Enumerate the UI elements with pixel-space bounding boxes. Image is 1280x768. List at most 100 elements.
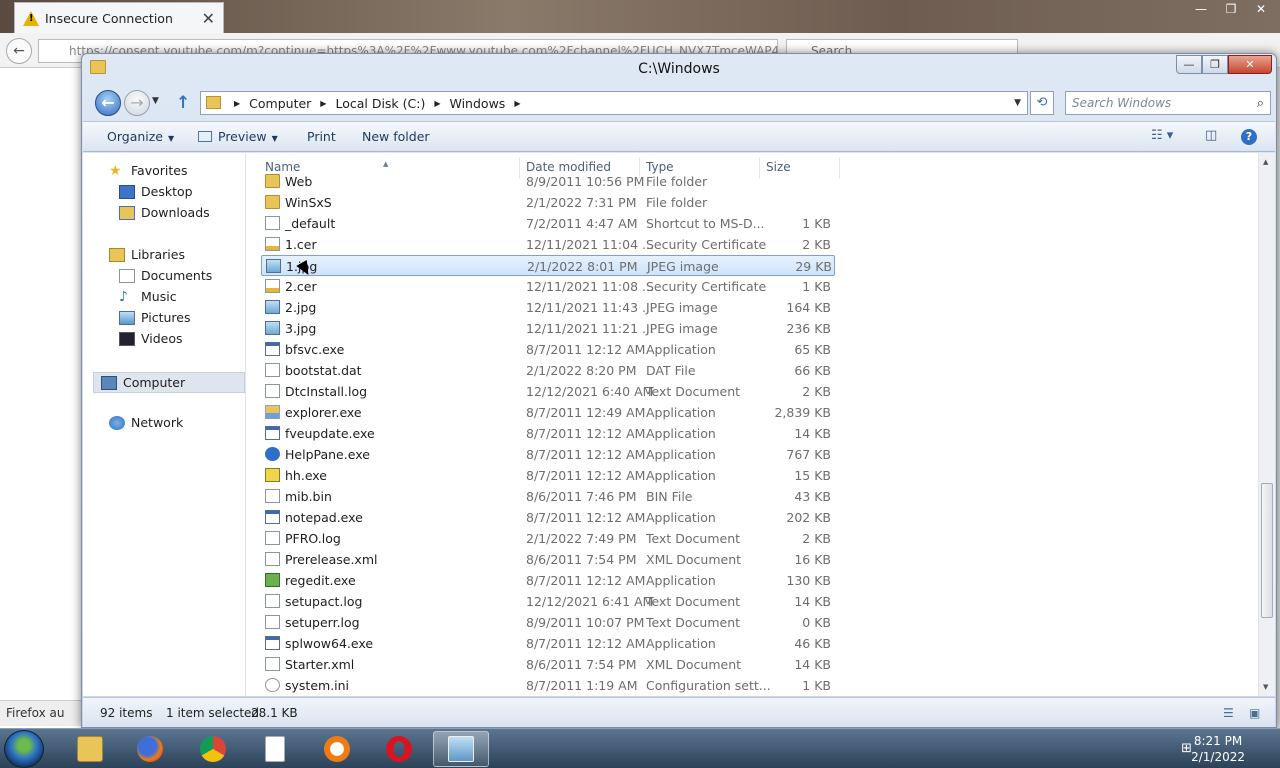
- file-row[interactable]: DtcInstall.log 12/12/2021 6:40 AM Text Doc…: [261, 381, 835, 402]
- column-divider[interactable]: [839, 158, 840, 178]
- firefox-window-controls: — ❐ ✕: [1188, 2, 1274, 20]
- file-row[interactable]: 2.cer 12/11/2021 11:08 ... Security Certif…: [261, 276, 835, 297]
- search-input[interactable]: Search Windows ⌕: [1065, 91, 1271, 115]
- file-row[interactable]: fveupdate.exe 8/7/2011 12:12 AM Applicatio…: [261, 423, 835, 444]
- file-row[interactable]: system.ini 8/7/2011 1:19 AM Configuration …: [261, 675, 835, 696]
- file-size: 236 KB: [786, 321, 831, 336]
- scroll-down-icon[interactable]: ▼: [1263, 683, 1268, 691]
- file-date: 12/12/2021 6:40 AM: [526, 384, 654, 399]
- taskbar-chrome[interactable]: [185, 731, 241, 767]
- taskbar-document[interactable]: [247, 731, 303, 767]
- taskbar-photo-viewer[interactable]: [433, 731, 489, 767]
- file-row[interactable]: 1.cer 12/11/2021 11:04 ... Security Certif…: [261, 234, 835, 255]
- search-icon[interactable]: ⌕: [1257, 93, 1264, 115]
- file-name: Prerelease.xml: [285, 552, 378, 567]
- file-row[interactable]: _default 7/2/2011 4:47 AM Shortcut to MS-D…: [261, 213, 835, 234]
- nav-pictures[interactable]: Pictures: [119, 310, 191, 325]
- file-row[interactable]: notepad.exe 8/7/2011 12:12 AM Application 2…: [261, 507, 835, 528]
- breadcrumb-computer[interactable]: Computer: [249, 96, 311, 111]
- file-row[interactable]: 1.jpg 2/1/2022 8:01 PM JPEG image 29 KB: [261, 255, 835, 276]
- file-row[interactable]: setuperr.log 8/9/2011 10:07 PM Text Docume…: [261, 612, 835, 633]
- nav-favorites[interactable]: ★ Favorites: [109, 163, 187, 178]
- file-row[interactable]: setupact.log 12/12/2021 6:41 AM Text Docum…: [261, 591, 835, 612]
- breadcrumb-windows[interactable]: Windows: [450, 96, 506, 111]
- up-arrow-icon[interactable]: ↑: [176, 93, 190, 113]
- breadcrumb-local-disk[interactable]: Local Disk (C:): [335, 96, 425, 111]
- nav-documents[interactable]: Documents: [119, 268, 212, 283]
- taskbar: ⊞ 8:21 PM 2/1/2022: [0, 728, 1280, 768]
- close-icon[interactable]: ✕: [1248, 2, 1274, 20]
- large-icons-view-icon[interactable]: ▣: [1249, 706, 1260, 720]
- scroll-up-icon[interactable]: ▲: [1263, 158, 1268, 166]
- file-date: 12/11/2021 11:43 ...: [526, 300, 654, 315]
- file-name: 2.cer: [285, 279, 317, 294]
- firefox-tab[interactable]: Insecure Connection ✕: [14, 2, 224, 33]
- file-row[interactable]: HelpPane.exe 8/7/2011 12:12 AM Application…: [261, 444, 835, 465]
- file-date: 12/11/2021 11:21 ...: [526, 321, 654, 336]
- firefox-tabbar: Insecure Connection ✕ — ❐ ✕: [0, 0, 1280, 33]
- clock-time: 8:21 PM: [1193, 734, 1243, 748]
- print-button[interactable]: Print: [307, 129, 336, 144]
- forward-button[interactable]: →: [124, 90, 150, 116]
- file-type: Application: [646, 342, 716, 357]
- preview-pane-icon[interactable]: ◫: [1205, 128, 1217, 143]
- new-folder-button[interactable]: New folder: [362, 129, 430, 144]
- taskbar-opera[interactable]: [371, 731, 427, 767]
- minimize-icon[interactable]: —: [1188, 2, 1214, 20]
- taskbar-avast[interactable]: [309, 731, 365, 767]
- nav-libraries[interactable]: Libraries: [109, 247, 185, 262]
- file-row[interactable]: hh.exe 8/7/2011 12:12 AM Application 15 KB: [261, 465, 835, 486]
- preview-button[interactable]: Preview ▼: [198, 129, 278, 144]
- maximize-button[interactable]: ❐: [1202, 55, 1228, 74]
- breadcrumb-arrow-icon[interactable]: ▶: [234, 99, 240, 108]
- file-row[interactable]: WinSxS 2/1/2022 7:31 PM File folder: [261, 192, 835, 213]
- details-view-icon[interactable]: ☰: [1223, 706, 1234, 720]
- file-type: Security Certificate: [646, 279, 767, 294]
- vertical-scrollbar[interactable]: ▲ ▼: [1258, 153, 1275, 696]
- maximize-icon[interactable]: ❐: [1218, 2, 1244, 20]
- back-button[interactable]: ←: [6, 38, 32, 64]
- refresh-button[interactable]: ⟲: [1030, 91, 1054, 115]
- nav-music[interactable]: ♪ Music: [119, 289, 177, 304]
- file-row[interactable]: Prerelease.xml 8/6/2011 7:54 PM XML Docume…: [261, 549, 835, 570]
- taskbar-explorer[interactable]: [62, 731, 118, 767]
- file-row[interactable]: explorer.exe 8/7/2011 12:49 AM Application…: [261, 402, 835, 423]
- back-button[interactable]: ←: [95, 90, 121, 116]
- file-name: _default: [285, 216, 336, 231]
- help-icon[interactable]: ?: [1241, 129, 1257, 145]
- file-name: bfsvc.exe: [285, 342, 345, 357]
- explorer-titlebar[interactable]: C:\Windows — ❐ ✕: [82, 54, 1276, 84]
- nav-network[interactable]: Network: [109, 415, 183, 430]
- address-bar[interactable]: ▶ Computer ▶ Local Disk (C:) ▶ Windows ▶…: [200, 91, 1028, 115]
- minimize-button[interactable]: —: [1176, 55, 1202, 74]
- file-row[interactable]: bfsvc.exe 8/7/2011 12:12 AM Application 65 …: [261, 339, 835, 360]
- close-button[interactable]: ✕: [1228, 55, 1272, 74]
- address-dropdown-icon[interactable]: ▼: [1014, 98, 1021, 108]
- file-name: Web: [285, 174, 313, 189]
- nav-videos[interactable]: Videos: [119, 331, 183, 346]
- breadcrumb-arrow-icon[interactable]: ▶: [514, 99, 520, 108]
- taskbar-firefox[interactable]: [122, 731, 178, 767]
- nav-desktop[interactable]: Desktop: [119, 184, 193, 199]
- view-options-icon[interactable]: ☷ ▾: [1151, 128, 1173, 143]
- file-row[interactable]: 2.jpg 12/11/2021 11:43 ... JPEG image 164 K…: [261, 297, 835, 318]
- scrollbar-thumb[interactable]: [1261, 483, 1273, 618]
- start-button[interactable]: [4, 730, 44, 768]
- nav-computer[interactable]: Computer: [93, 372, 245, 393]
- file-row[interactable]: regedit.exe 8/7/2011 12:12 AM Application 1…: [261, 570, 835, 591]
- file-row[interactable]: bootstat.dat 2/1/2022 8:20 PM DAT File 66 K…: [261, 360, 835, 381]
- organize-button[interactable]: Organize ▼: [107, 129, 174, 144]
- recent-pages-chevron-icon[interactable]: ▼: [152, 96, 159, 106]
- clock[interactable]: 8:21 PM 2/1/2022: [1191, 733, 1245, 765]
- close-tab-icon[interactable]: ✕: [202, 9, 215, 28]
- nav-downloads[interactable]: Downloads: [119, 205, 210, 220]
- file-row[interactable]: PFRO.log 2/1/2022 7:49 PM Text Document 2 K…: [261, 528, 835, 549]
- breadcrumb-arrow-icon[interactable]: ▶: [320, 99, 326, 108]
- pictures-icon: [119, 310, 135, 325]
- file-row[interactable]: Web 8/9/2011 10:56 PM File folder: [261, 171, 835, 192]
- file-row[interactable]: Starter.xml 8/6/2011 7:54 PM XML Document 1…: [261, 654, 835, 675]
- breadcrumb-arrow-icon[interactable]: ▶: [434, 99, 440, 108]
- file-row[interactable]: splwow64.exe 8/7/2011 12:12 AM Application…: [261, 633, 835, 654]
- file-row[interactable]: 3.jpg 12/11/2021 11:21 ... JPEG image 236 K…: [261, 318, 835, 339]
- file-row[interactable]: mib.bin 8/6/2011 7:46 PM BIN File 43 KB: [261, 486, 835, 507]
